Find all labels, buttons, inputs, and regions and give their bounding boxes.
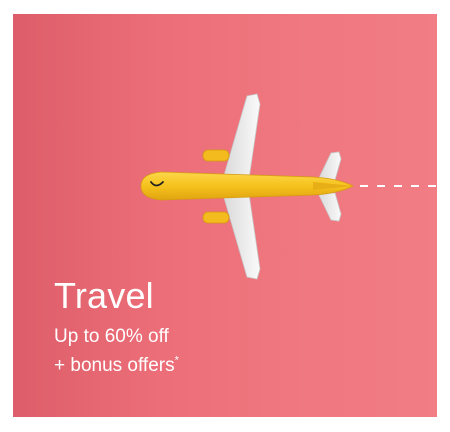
page: Travel Up to 60% off + bonus offers* <box>0 0 450 432</box>
promo-asterisk: * <box>174 354 179 367</box>
upper-stabilizer <box>317 151 342 181</box>
lower-stabilizer <box>317 192 342 222</box>
promo-bonus-text: + bonus offers <box>54 355 175 376</box>
promo-discount: Up to 60% off <box>54 326 169 347</box>
upper-engine <box>202 149 230 162</box>
promo-title: Travel <box>54 275 154 316</box>
lower-wing <box>222 193 261 280</box>
promo-bonus: + bonus offers* <box>54 351 179 380</box>
upper-wing <box>222 93 261 180</box>
lower-engine <box>202 211 230 224</box>
travel-promo-card[interactable]: Travel Up to 60% off + bonus offers* <box>13 14 437 417</box>
promo-text: Travel Up to 60% off + bonus offers* <box>54 276 179 380</box>
